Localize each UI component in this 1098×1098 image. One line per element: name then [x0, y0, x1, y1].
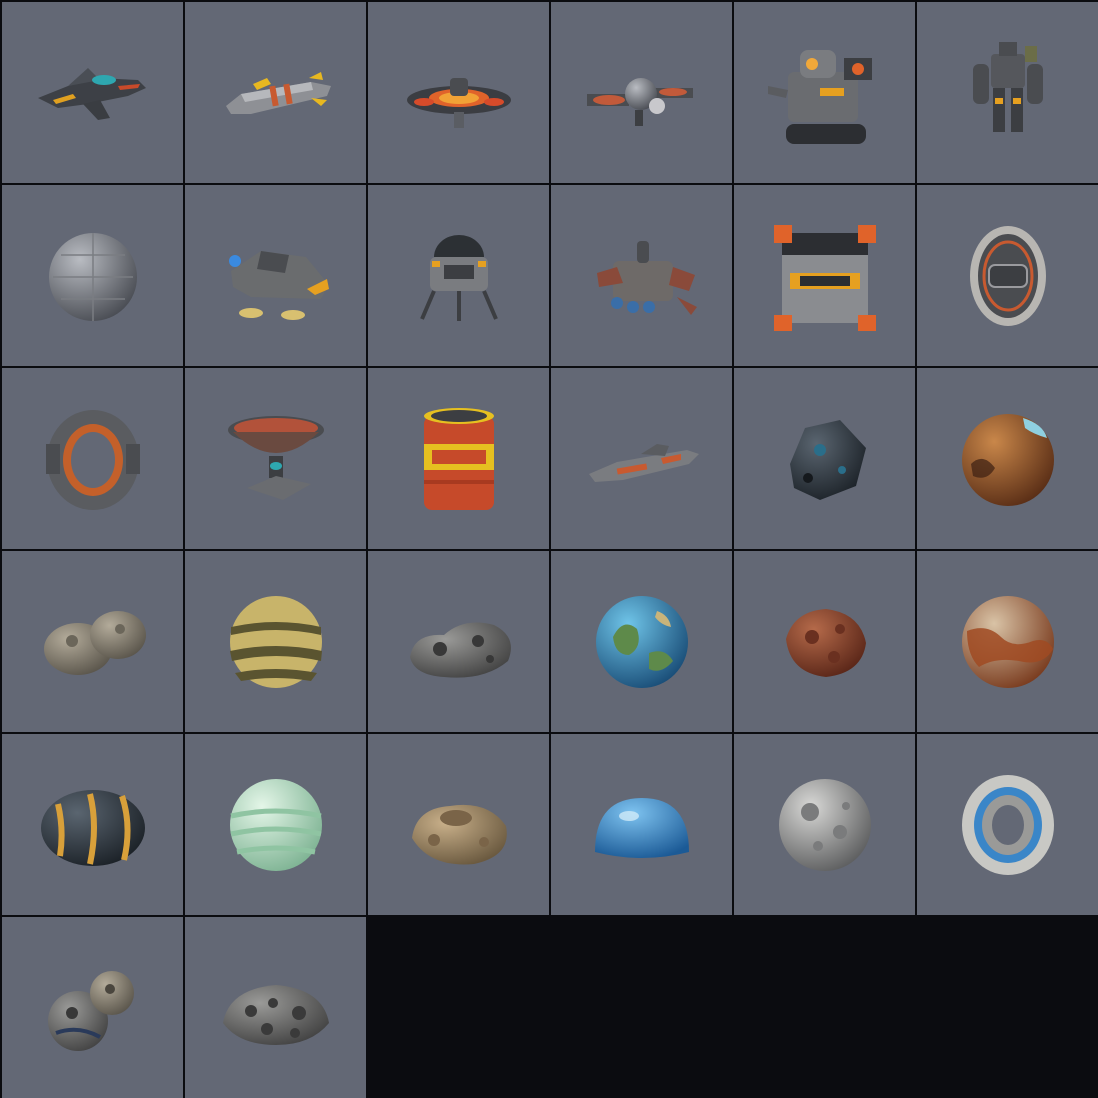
asset-tile[interactable] [185, 551, 366, 732]
tracked-robot-icon [760, 28, 890, 158]
asset-tile[interactable] [917, 551, 1098, 732]
lander-pod-icon [394, 211, 524, 341]
dark-asteroid-icon [760, 394, 890, 524]
dish-pedestal-icon [211, 394, 341, 524]
earth-planet-icon [577, 577, 707, 707]
asset-tile[interactable] [185, 2, 366, 183]
asset-tile[interactable] [917, 2, 1098, 183]
mech-suit-icon [943, 28, 1073, 158]
round-hatch-icon [943, 211, 1073, 341]
supply-crate-icon [760, 211, 890, 341]
asset-tile[interactable] [368, 185, 549, 366]
asset-tile[interactable] [368, 734, 549, 915]
ring-portal-icon [28, 394, 158, 524]
asset-tile[interactable] [185, 917, 366, 1098]
asset-tile[interactable] [551, 2, 732, 183]
asset-tile[interactable] [185, 185, 366, 366]
asset-tile[interactable] [551, 185, 732, 366]
fighter-ship-icon [28, 28, 158, 158]
asset-tile[interactable] [917, 368, 1098, 549]
asset-tile[interactable] [734, 368, 915, 549]
crab-ship-icon [577, 211, 707, 341]
asset-tile[interactable] [2, 551, 183, 732]
asset-tile[interactable] [185, 368, 366, 549]
asset-tile[interactable] [734, 734, 915, 915]
rubble-pile-icon [211, 943, 341, 1073]
asset-tile[interactable] [2, 917, 183, 1098]
asset-tile[interactable] [734, 551, 915, 732]
red-asteroid-icon [760, 577, 890, 707]
cruiser-ship-icon [577, 394, 707, 524]
asset-tile[interactable] [368, 368, 549, 549]
moon-icon [760, 760, 890, 890]
blue-dome-icon [577, 760, 707, 890]
asset-tile[interactable] [368, 551, 549, 732]
asset-tile[interactable] [917, 185, 1098, 366]
asset-tile[interactable] [2, 368, 183, 549]
asset-tile[interactable] [185, 734, 366, 915]
cratered-rock-icon [394, 577, 524, 707]
asset-tile[interactable] [368, 2, 549, 183]
lava-asteroid-icon [28, 760, 158, 890]
asset-grid [0, 0, 1098, 1098]
banded-planet-icon [211, 577, 341, 707]
asset-tile[interactable] [551, 368, 732, 549]
cargo-shuttle-icon [211, 28, 341, 158]
satellite-drone-icon [577, 28, 707, 158]
asset-tile[interactable] [2, 734, 183, 915]
asset-tile[interactable] [551, 734, 732, 915]
asset-tile[interactable] [734, 2, 915, 183]
asteroid-cluster-icon [28, 943, 158, 1073]
mars-planet-icon [943, 577, 1073, 707]
rust-planet-icon [943, 394, 1073, 524]
wheel-ring-icon [943, 760, 1073, 890]
sphere-station-icon [28, 211, 158, 341]
asset-tile[interactable] [2, 185, 183, 366]
fuel-barrel-icon [394, 394, 524, 524]
hover-car-icon [211, 211, 341, 341]
asset-tile[interactable] [551, 551, 732, 732]
asset-tile[interactable] [2, 2, 183, 183]
mint-gas-planet-icon [211, 760, 341, 890]
double-asteroid-icon [28, 577, 158, 707]
saucer-station-icon [394, 28, 524, 158]
tan-crater-rock-icon [394, 760, 524, 890]
asset-tile[interactable] [917, 734, 1098, 915]
asset-tile[interactable] [734, 185, 915, 366]
